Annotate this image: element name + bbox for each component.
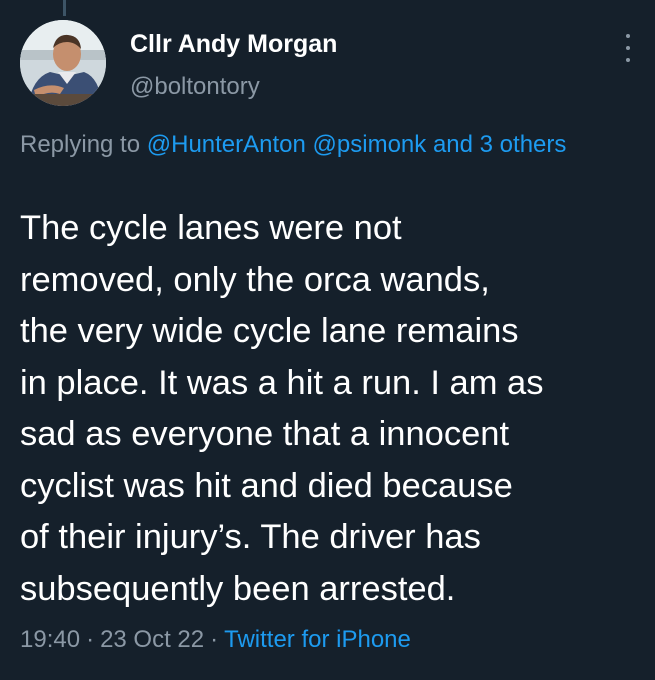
tweet-text-line: The cycle lanes were not [20, 209, 402, 247]
more-options-icon[interactable] [620, 34, 636, 62]
tweet-text-line: sad as everyone that a innocent [20, 415, 510, 453]
tweet-source-link[interactable]: Twitter for iPhone [224, 626, 411, 653]
tweet-text-line: subsequently been arrested. [20, 569, 456, 608]
tweet-text-line: cyclist was hit and died because [20, 466, 513, 505]
tweet-time[interactable]: 19:40 [20, 626, 80, 653]
thread-connector-line [63, 0, 66, 16]
meta-separator: · [210, 626, 219, 653]
replying-to: Replying to @HunterAnton @psimonk and 3 … [20, 126, 630, 164]
replying-prefix: Replying to [20, 131, 147, 158]
mention-link[interactable]: @psimonk [313, 131, 427, 158]
tweet-date[interactable]: 23 Oct 22 [100, 626, 204, 653]
tweet-text-line: in place. It was a hit a run. I am as [20, 363, 544, 402]
tweet-text-line: removed, only the orca wands, [20, 260, 490, 299]
display-name[interactable]: Cllr Andy Morgan [130, 30, 337, 59]
tweet-text: The cycle lanes were not removed, only t… [20, 203, 645, 615]
user-handle[interactable]: @boltontory [130, 73, 260, 101]
more-dot-icon [626, 46, 630, 50]
more-dot-icon [626, 34, 630, 38]
tweet-metadata: 19:40 · 23 Oct 22 · Twitter for iPhone [20, 626, 411, 654]
others-link[interactable]: and 3 others [433, 131, 566, 158]
tweet-text-line: of their injury’s. The driver has [20, 518, 481, 556]
profile-photo-icon [20, 20, 106, 106]
more-dot-icon [626, 58, 630, 62]
mention-link[interactable]: @HunterAnton [147, 131, 306, 158]
meta-separator: · [86, 626, 95, 653]
tweet-text-line: the very wide cycle lane remains [20, 312, 519, 350]
avatar[interactable] [20, 20, 106, 106]
